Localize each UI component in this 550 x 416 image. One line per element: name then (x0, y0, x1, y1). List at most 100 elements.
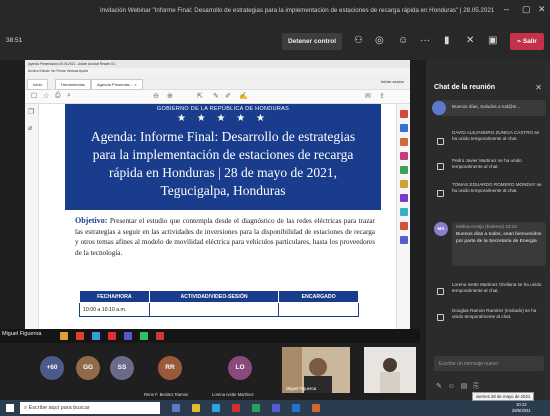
pdf-toolbar: ☐ ☆ ⎙ ⌕ ⊖ ⊕ ⇱ ✎ ✐ ✍ ✉ ⇪ (25, 90, 410, 104)
teams-window: Invitación Webinar "Informe Final: Desar… (0, 0, 550, 416)
pdf-page: GOBIERNO DE LA REPÚBLICA DE HONDURAS ★ ★… (65, 104, 381, 336)
edge-icon[interactable] (212, 404, 220, 412)
table-header: ENCARGADO (278, 290, 359, 303)
presenter-name: Miguel Figueroa (2, 331, 42, 337)
comment-tool-icon[interactable] (400, 152, 408, 160)
avatar[interactable]: GG (76, 356, 100, 380)
windows-taskbar: ⌕ Escribe aquí para buscar 10:12 28/5/20… (0, 400, 550, 416)
leave-button[interactable]: ⌁ Salir (510, 33, 544, 50)
more-tools-icon[interactable] (400, 236, 408, 244)
tab-herramientas[interactable]: Herramientas (55, 79, 92, 90)
presenter-taskbar: Miguel Figueroa (0, 329, 420, 343)
table-header: ACTIVIDAD/VIDEO-SESIÓN (148, 290, 280, 303)
agenda-line: Agenda: Informe Final: Desarrollo de est… (90, 129, 356, 144)
taskbar-app-icon (92, 332, 100, 340)
zoom-in-icon[interactable]: ⊕ (167, 92, 173, 100)
print-icon[interactable]: ⎙ (55, 92, 61, 100)
select-icon[interactable]: ⇱ (197, 92, 203, 100)
participant-strip: +60 GG SS RR Rene F. Benitez Ramos LO Lo… (0, 343, 425, 398)
system-message: Pedro Javier Martinez se ha unido tempor… (434, 158, 546, 180)
share-icon[interactable]: ▣ (488, 35, 497, 46)
zoom-out-icon[interactable]: ⊖ (153, 92, 159, 100)
stop-control-button[interactable]: Detener control (282, 33, 342, 50)
sign-in-link[interactable]: Iniciar sesión (381, 79, 404, 84)
camera-icon[interactable]: ▮ (444, 35, 450, 46)
format-icon[interactable]: ✎ (436, 383, 442, 390)
star-icon[interactable]: ☆ (43, 92, 49, 100)
table-cell (278, 302, 359, 317)
protect-icon[interactable] (400, 194, 408, 202)
chat-compose-input[interactable]: Escribe un mensaje nuevo (434, 356, 544, 371)
taskbar-app-icon (108, 332, 116, 340)
gov-header: GOBIERNO DE LA REPÚBLICA DE HONDURAS (156, 106, 290, 112)
participant-video[interactable]: Miguel Figueroa (282, 347, 350, 393)
windows-start-icon[interactable] (6, 404, 14, 412)
reactions-icon[interactable]: ☺ (398, 35, 408, 46)
powerpoint-icon[interactable] (312, 404, 320, 412)
avatar[interactable]: RR (158, 356, 182, 380)
taskbar-search[interactable]: ⌕ Escribe aquí para buscar (20, 402, 160, 414)
agenda-banner: GOBIERNO DE LA REPÚBLICA DE HONDURAS ★ ★… (65, 104, 381, 210)
word-icon[interactable] (292, 404, 300, 412)
taskbar-clock[interactable]: 10:12 28/5/2021 (512, 402, 531, 413)
message-text: Pedro Javier Martinez se ha unido tempor… (452, 158, 522, 170)
join-icon (437, 163, 444, 170)
sender-avatar: MA (434, 222, 448, 236)
close-chat-icon[interactable]: ✕ (535, 83, 542, 92)
attach-icon[interactable]: ⎘ (473, 383, 479, 390)
meeting-timer: 38:51 (6, 37, 23, 44)
system-message: Lorena Ivette Martinez Orellana se ha un… (434, 282, 546, 306)
system-message: TOMAS EDUARDO ROMERO MONDAY se ha unido … (434, 182, 546, 210)
compose-toolbar: ✎ ☺ ▤ ⎘ (436, 382, 479, 391)
send-icon[interactable] (400, 222, 408, 230)
taskbar-app-icon[interactable] (172, 404, 180, 412)
tab-inicio[interactable]: Inicio (27, 79, 49, 90)
pdf-left-panel: ❐ ⌀ (25, 104, 39, 336)
overflow-participants[interactable]: +60 (40, 356, 64, 380)
fill-sign-icon[interactable] (400, 208, 408, 216)
stars-decoration: ★ ★ ★ ★ ★ (177, 113, 269, 124)
share-document-icon[interactable]: ⇪ (379, 92, 385, 100)
folder-icon[interactable] (192, 404, 200, 412)
gif-icon[interactable]: ▤ (461, 383, 468, 390)
bookmark-icon[interactable]: ☐ (31, 92, 37, 100)
emoji-icon[interactable]: ☺ (448, 383, 455, 390)
chat-message: Buenos días, Saludos a tod@s!... (432, 100, 546, 116)
participant-name: Lorena Ivette Martinez (212, 392, 254, 397)
thumbnails-icon[interactable]: ❐ (28, 108, 34, 116)
highlight-icon[interactable]: ✐ (225, 92, 231, 100)
sign-icon[interactable]: ✍ (239, 92, 248, 100)
avatar[interactable]: SS (110, 356, 134, 380)
excel-icon[interactable] (252, 404, 260, 412)
export-pdf-icon[interactable] (400, 110, 408, 118)
teams-icon[interactable] (272, 404, 280, 412)
participant-video[interactable] (364, 347, 416, 393)
tab-agenda[interactable]: Agenda Presentac... × (91, 79, 143, 90)
message-text: Douglas Ramon Ramirez (Invitado) se ha u… (452, 308, 537, 320)
edit-pdf-icon[interactable] (400, 138, 408, 146)
table-cell: 10:00 a 10:10 a.m. (79, 302, 150, 317)
organize-pages-icon[interactable] (400, 166, 408, 174)
system-message: DAVID ALEJANDRO ZUNIGA CASTRO se ha unid… (434, 130, 546, 158)
participants-icon[interactable]: ⚇ (354, 35, 363, 46)
close-icon[interactable]: ✕ (538, 4, 546, 15)
avatar[interactable]: LO (228, 356, 252, 380)
comment-icon[interactable]: ✉ (365, 92, 371, 100)
create-pdf-icon[interactable] (400, 124, 408, 132)
system-message: Douglas Ramon Ramirez (Invitado) se ha u… (434, 308, 546, 332)
chat-icon[interactable]: ◎ (375, 35, 384, 46)
message-text: Buenos días a todos, sean bienvenidos po… (456, 232, 542, 244)
chat-message: MA Melina Arorijo (Externo) 10:10 Buenos… (434, 222, 546, 268)
more-actions-icon[interactable]: ··· (420, 35, 430, 46)
acrobat-icon[interactable] (232, 404, 240, 412)
objective-label: Objetivo: (75, 216, 108, 225)
compress-icon[interactable] (400, 180, 408, 188)
attachment-icon[interactable]: ⌀ (28, 124, 32, 132)
restore-icon[interactable]: ▢ (522, 4, 531, 15)
minimize-icon[interactable]: – (504, 4, 509, 14)
search-icon[interactable]: ⌕ (67, 92, 71, 100)
shared-screen: Agenda Presentación 25.05.2021 - Adobe A… (25, 60, 410, 336)
microphone-icon[interactable]: ✕ (466, 35, 474, 46)
taskbar-app-icon (156, 332, 164, 340)
pen-icon[interactable]: ✎ (213, 92, 219, 100)
